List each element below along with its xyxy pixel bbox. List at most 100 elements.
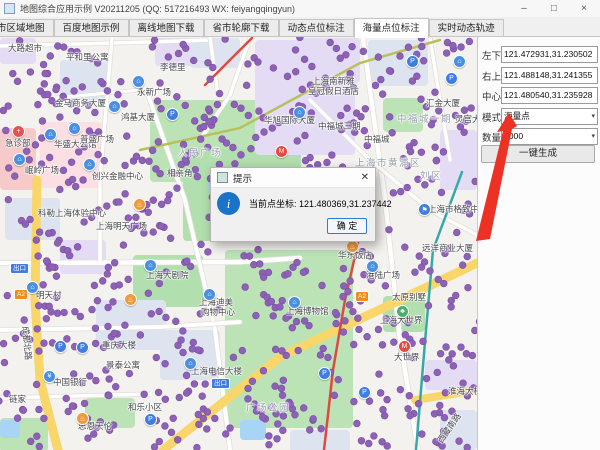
map-label-37: 明天村	[36, 290, 62, 300]
map-label-13: 相亲角	[167, 168, 193, 178]
message-dialog: 提示 ✕ i 当前点坐标: 121.480369,31.237442 确 定	[210, 167, 392, 242]
panel-label-5: 数量	[482, 133, 502, 144]
poi-icon: P	[358, 386, 371, 399]
panel-label-3: 中心	[482, 92, 502, 103]
minimize-button[interactable]: –	[510, 0, 538, 17]
poi-icon: ⌂	[144, 259, 157, 272]
map-label-38: 重庆大楼	[102, 340, 137, 350]
close-button[interactable]: ×	[570, 0, 598, 17]
road-badge: A2	[355, 291, 369, 302]
dialog-close-icon[interactable]: ✕	[361, 172, 369, 183]
poi-icon: P	[144, 413, 157, 426]
map-label-18: 华旭国际大厦	[264, 115, 316, 125]
poi-icon: P	[54, 340, 67, 353]
tab-6[interactable]: 海量点位标注	[353, 18, 429, 38]
poi-icon: ⚑	[418, 203, 431, 216]
map-label-44: 上海电信大楼	[191, 366, 243, 376]
poi-icon: ⌂	[108, 100, 121, 113]
map-label-11: 创兴金融中心	[92, 171, 144, 181]
panel-combo-4[interactable]: 海量点 ▾	[501, 107, 598, 125]
map-label-12: 人民广场	[178, 148, 223, 159]
maximize-button[interactable]: □	[540, 0, 568, 17]
poi-icon: ⌂	[83, 158, 96, 171]
dialog-window-icon	[217, 172, 228, 183]
map-label-10: 岷岭广场	[25, 165, 60, 175]
map-label-27: 远洋商业大厦	[422, 243, 474, 253]
map-label-1: 大路超市	[8, 43, 43, 53]
dialog-message: 当前点坐标: 121.480369,31.237442	[249, 199, 392, 209]
panel-input-1[interactable]: 121.472931,31.230502	[501, 46, 598, 63]
poi-icon: M	[275, 145, 288, 158]
map-label-3: 李德里	[160, 62, 186, 72]
tab-5[interactable]: 动态点位标注	[278, 19, 354, 37]
map-label-23: 中福城一期	[397, 114, 453, 125]
map-label-8: 普盛广场	[80, 134, 115, 144]
chevron-down-icon[interactable]: ▾	[591, 129, 595, 144]
poi-icon: ⌂	[184, 357, 197, 370]
map-label-43: 和乐小区	[128, 402, 163, 412]
map-label-33: 淮海大楼	[448, 386, 477, 396]
poi-icon: ♨	[133, 198, 146, 211]
map-label-14: 科勒上海体验中心	[38, 208, 107, 218]
chevron-down-icon[interactable]: ▾	[591, 109, 595, 124]
road-badge: 出口	[10, 263, 29, 274]
tab-7[interactable]: 实时动态轨迹	[428, 19, 504, 37]
tab-3[interactable]: 离线地图下载	[128, 19, 204, 37]
poi-icon: ⌂	[132, 75, 145, 88]
poi-icon: ♨	[124, 293, 137, 306]
app-icon	[4, 3, 15, 14]
poi-icon: P	[318, 367, 331, 380]
panel-label-4: 模式	[482, 112, 502, 124]
map-label-6: 鸿基大厦	[121, 112, 156, 122]
poi-icon: +	[12, 125, 25, 138]
info-icon: i	[217, 192, 240, 215]
poi-icon: ⌂	[13, 153, 26, 166]
poi-icon: P	[76, 341, 89, 354]
poi-icon: P	[445, 72, 458, 85]
panel-combo-5[interactable]: 1000 ▾	[501, 128, 598, 145]
poi-icon: P	[166, 108, 179, 121]
poi-icon: ♣	[396, 305, 409, 318]
tab-2[interactable]: 百度地图示例	[53, 19, 129, 37]
poi-icon: ⌂	[68, 122, 81, 135]
map-label-4: 永新广场	[137, 87, 172, 97]
map-label-41: 链家	[9, 394, 27, 404]
map-label-20: 中福城	[364, 134, 390, 144]
tab-4[interactable]: 省市轮廓下载	[203, 19, 279, 37]
map-label-39: 景泰公寓	[106, 360, 141, 370]
poi-icon: P	[406, 55, 419, 68]
map-label-19: 中福城三期	[318, 121, 361, 131]
poi-icon: ⌂	[453, 55, 466, 68]
tab-bar: 市区域地图 百度地图示例 离线地图下载 省市轮廓下载 动态点位标注 海量点位标注 实时动态轨…	[0, 17, 600, 38]
tab-1[interactable]: 市区域地图	[0, 19, 54, 37]
dialog-titlebar[interactable]: 提示 ✕	[211, 168, 375, 188]
ok-button[interactable]: 确 定	[327, 218, 367, 234]
map-label-25: 刘区	[420, 171, 443, 182]
panel-label-1: 左下	[482, 51, 502, 62]
map-label-21: 汇金大厦	[426, 98, 461, 108]
poi-icon: ⌂	[44, 128, 57, 141]
poi-icon: M	[398, 340, 411, 353]
map-label-9: 急诊部	[5, 138, 31, 148]
road-badge: 出口	[211, 378, 230, 389]
panel-input-3[interactable]: 121.480540,31.235928	[501, 87, 598, 104]
map-label-34: 广场公园	[246, 403, 291, 414]
map-canvas[interactable]: 大路超市 平和里公寓 李德里 永新广场 金马商务大厦 鸿基大厦 华盛大公馆 普盛广场 急诊部 岷岭…	[0, 37, 477, 450]
map-label-5: 金马商务大厦	[55, 98, 107, 108]
generate-button[interactable]: 一键生成	[481, 145, 595, 163]
window-title: 地图综合应用示例 V20211205 (QQ: 517216493 WX: fe…	[20, 4, 295, 14]
map-label-2: 平和里公寓	[66, 52, 109, 62]
map-label-40: 中国银行	[53, 377, 88, 387]
poi-icon: ⌂	[366, 260, 379, 273]
map-label-30: 太原别墅	[392, 292, 427, 302]
map-label-15: 上海明天广场	[96, 221, 148, 231]
poi-icon: ¥	[43, 370, 56, 383]
map-label-17: 皇冠假日酒店	[308, 86, 360, 96]
dialog-title: 提示	[233, 173, 253, 185]
control-panel: 一键生成 左下 121.472931,31.230502 右上 121.488148,…	[478, 37, 600, 450]
map-label-26: 上海市格致中学	[428, 204, 477, 214]
poi-icon: ⌂	[288, 296, 301, 309]
panel-label-2: 右上	[482, 71, 502, 83]
road-badge: A2	[14, 289, 28, 300]
panel-input-2[interactable]: 121.488148,31.241355	[501, 66, 598, 84]
